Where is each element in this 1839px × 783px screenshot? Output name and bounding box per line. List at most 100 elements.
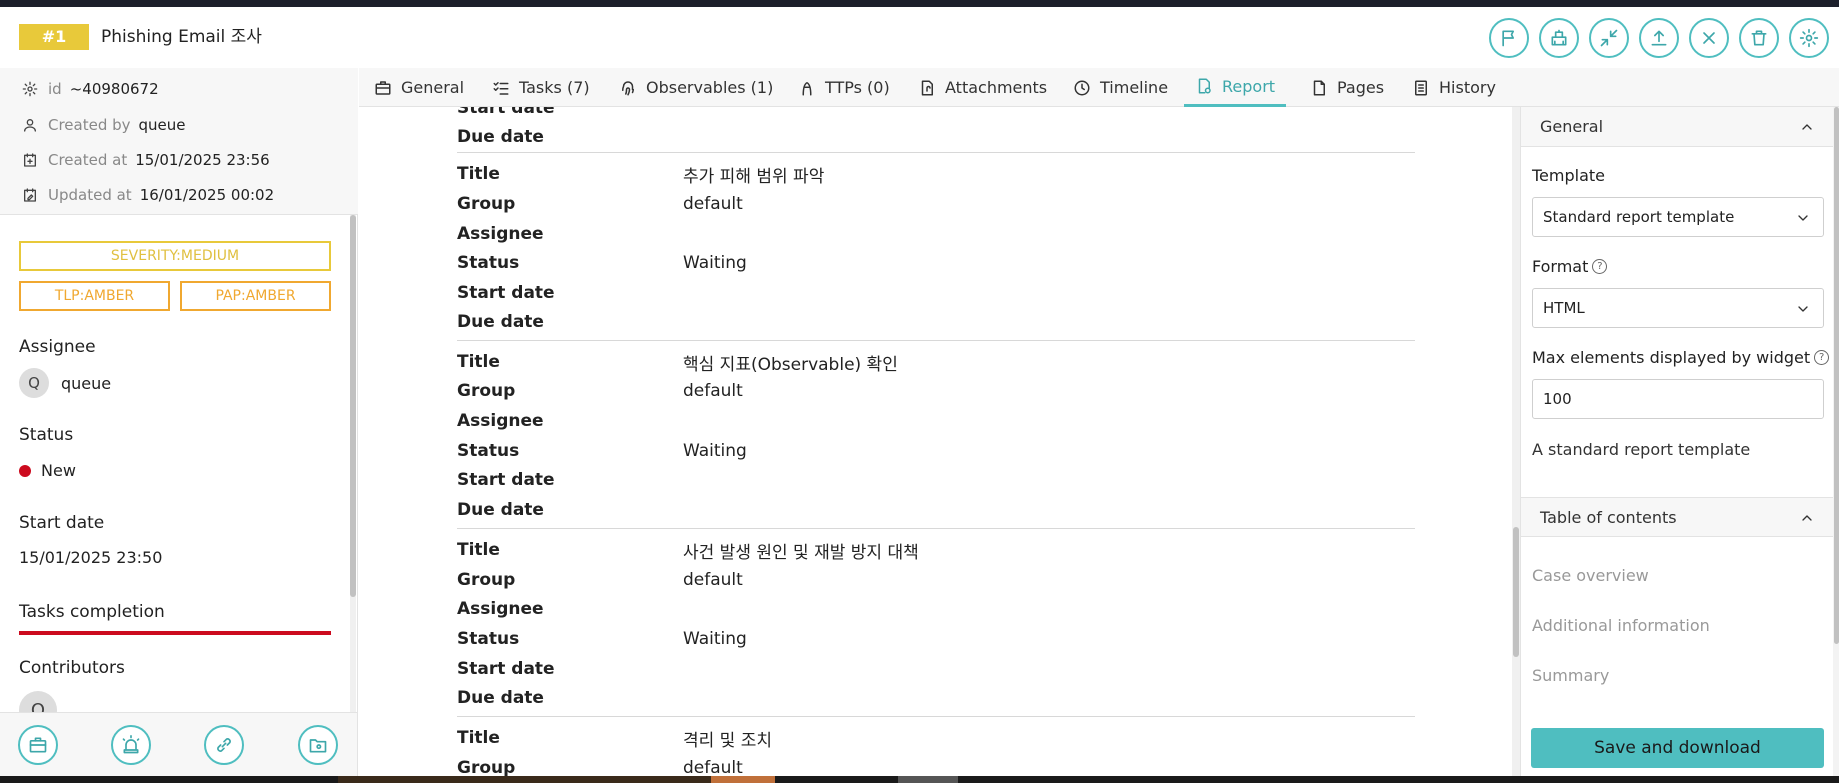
start-date-value[interactable]: 15/01/2025 23:50	[19, 548, 162, 567]
toc-item-summary[interactable]: Summary	[1532, 666, 1609, 685]
delete-button[interactable]	[1739, 18, 1779, 58]
save-and-download-button[interactable]: Save and download	[1531, 728, 1824, 768]
tab-pages[interactable]: Pages	[1310, 68, 1384, 107]
tlp-tag[interactable]: TLP:AMBER	[19, 281, 170, 311]
tab-timeline[interactable]: Timeline	[1073, 68, 1168, 107]
toc-accordion-header[interactable]: Table of contents	[1521, 497, 1833, 537]
help-icon[interactable]: ?	[1592, 259, 1608, 274]
task-start-date-row: Start date	[457, 469, 1257, 491]
template-description: A standard report template	[1532, 440, 1751, 459]
calendar-plus-icon	[24, 153, 36, 167]
tab-general[interactable]: General	[374, 68, 464, 107]
field-label: Assignee	[457, 599, 544, 619]
tasks-completion-heading: Tasks completion	[19, 602, 165, 622]
task-start-date-row: Start date	[457, 282, 1257, 304]
field-label: Status	[457, 629, 520, 649]
merge-button[interactable]	[1539, 18, 1579, 58]
task-assignee-row: Assignee	[457, 598, 1257, 620]
task-divider	[457, 340, 1415, 341]
tab-tasks-label: Tasks (7)	[519, 78, 590, 97]
field-label: Group	[457, 570, 516, 590]
field-label: Assignee	[457, 411, 544, 431]
toc-item-additional-information[interactable]: Additional information	[1532, 616, 1710, 635]
tab-tasks[interactable]: Tasks (7)	[492, 68, 590, 107]
meta-id-label: id	[48, 80, 62, 98]
tab-attachments[interactable]: Attachments	[918, 68, 1047, 107]
meta-created-by: Created by queue	[22, 115, 186, 135]
collapse-button[interactable]	[1589, 18, 1629, 58]
sidebar-scrollbar[interactable]	[350, 215, 356, 776]
task-assignee-row: Assignee	[457, 223, 1257, 245]
field-value: 격리 및 조치	[683, 730, 773, 751]
settings-scrollbar[interactable]	[1833, 107, 1839, 776]
tasks-icon	[493, 81, 509, 95]
tab-report[interactable]: Report	[1184, 68, 1287, 107]
tab-ttps[interactable]: TTPs (0)	[798, 68, 890, 107]
history-icon	[1415, 80, 1427, 95]
merge-icon	[1551, 29, 1567, 46]
severity-tag[interactable]: SEVERITY:MEDIUM	[19, 241, 331, 271]
chevron-up-icon	[1802, 124, 1812, 130]
field-label: Due date	[457, 127, 544, 147]
assignee-value[interactable]: Q queue	[19, 368, 111, 398]
task-group-row: Group default	[457, 380, 1257, 402]
tab-ttps-label: TTPs (0)	[825, 78, 890, 97]
settings-button[interactable]	[1789, 18, 1829, 58]
tab-observables[interactable]: Observables (1)	[619, 68, 773, 107]
avatar[interactable]: Q	[19, 691, 57, 712]
toc-item-case-overview[interactable]: Case overview	[1532, 566, 1649, 585]
case-header: #1 Phishing Email 조사	[0, 7, 1839, 68]
task-due-date-row: Due date	[457, 311, 1257, 333]
meta-id-value: ~40980672	[69, 80, 159, 98]
report-scrollbar[interactable]	[1512, 107, 1520, 776]
contributors-heading: Contributors	[19, 658, 125, 678]
tab-history[interactable]: History	[1412, 68, 1496, 107]
help-icon[interactable]: ?	[1814, 350, 1830, 365]
field-label: Due date	[457, 688, 544, 708]
meta-updated-at: Updated at 16/01/2025 00:02	[22, 185, 274, 205]
pap-tag[interactable]: PAP:AMBER	[180, 281, 331, 311]
task-divider	[457, 716, 1415, 717]
template-select[interactable]: Standard report template	[1532, 197, 1824, 237]
status-value[interactable]: New	[19, 461, 76, 480]
start-date-heading: Start date	[19, 513, 105, 533]
field-value: default	[683, 194, 743, 214]
upload-icon	[1651, 30, 1667, 46]
case-button[interactable]	[18, 725, 58, 765]
meta-created-at-label: Created at	[48, 151, 128, 169]
format-select[interactable]: HTML	[1532, 288, 1824, 328]
task-title-row: Title 핵심 지표(Observable) 확인	[457, 351, 1257, 375]
field-value: default	[683, 758, 743, 776]
tab-attachments-label: Attachments	[945, 78, 1048, 97]
clock-icon	[1074, 80, 1090, 95]
report-preview: Start date Due date Title 추가 피해 범위 파악 Gro…	[359, 107, 1513, 776]
max-elements-label: Max elements displayed by widget	[1532, 348, 1811, 367]
meta-updated-at-label: Updated at	[48, 186, 132, 204]
link-button[interactable]	[204, 725, 244, 765]
export-button[interactable]	[1639, 18, 1679, 58]
task-title-row: Title 격리 및 조치	[457, 727, 1257, 751]
field-label: Title	[457, 540, 500, 560]
window-bottom-bar	[0, 776, 1839, 783]
task-title-row: Title 사건 발생 원인 및 재발 방지 대책	[457, 539, 1257, 563]
alert-button[interactable]	[111, 725, 151, 765]
max-elements-input[interactable]: 100	[1532, 379, 1824, 419]
calendar-edit-icon	[24, 188, 36, 202]
ninja-icon	[802, 81, 812, 95]
field-label: Start date	[457, 283, 555, 303]
link-icon	[217, 738, 231, 752]
field-value: Waiting	[683, 253, 747, 273]
field-value: Waiting	[683, 441, 747, 461]
case-number-badge: #1	[19, 24, 89, 50]
chevron-up-icon	[1802, 515, 1812, 521]
case-meta: id ~40980672 Created by queue Created at…	[0, 68, 358, 215]
fingerprint-icon	[622, 80, 634, 95]
field-label: Status	[457, 441, 520, 461]
max-elements-value: 100	[1543, 390, 1572, 408]
close-case-button[interactable]	[1689, 18, 1729, 58]
chevron-down-icon	[1798, 306, 1808, 312]
folder-settings-button[interactable]	[298, 725, 338, 765]
general-accordion-header[interactable]: General	[1521, 107, 1833, 147]
flag-button[interactable]	[1489, 18, 1529, 58]
chevron-down-icon	[1798, 215, 1808, 221]
